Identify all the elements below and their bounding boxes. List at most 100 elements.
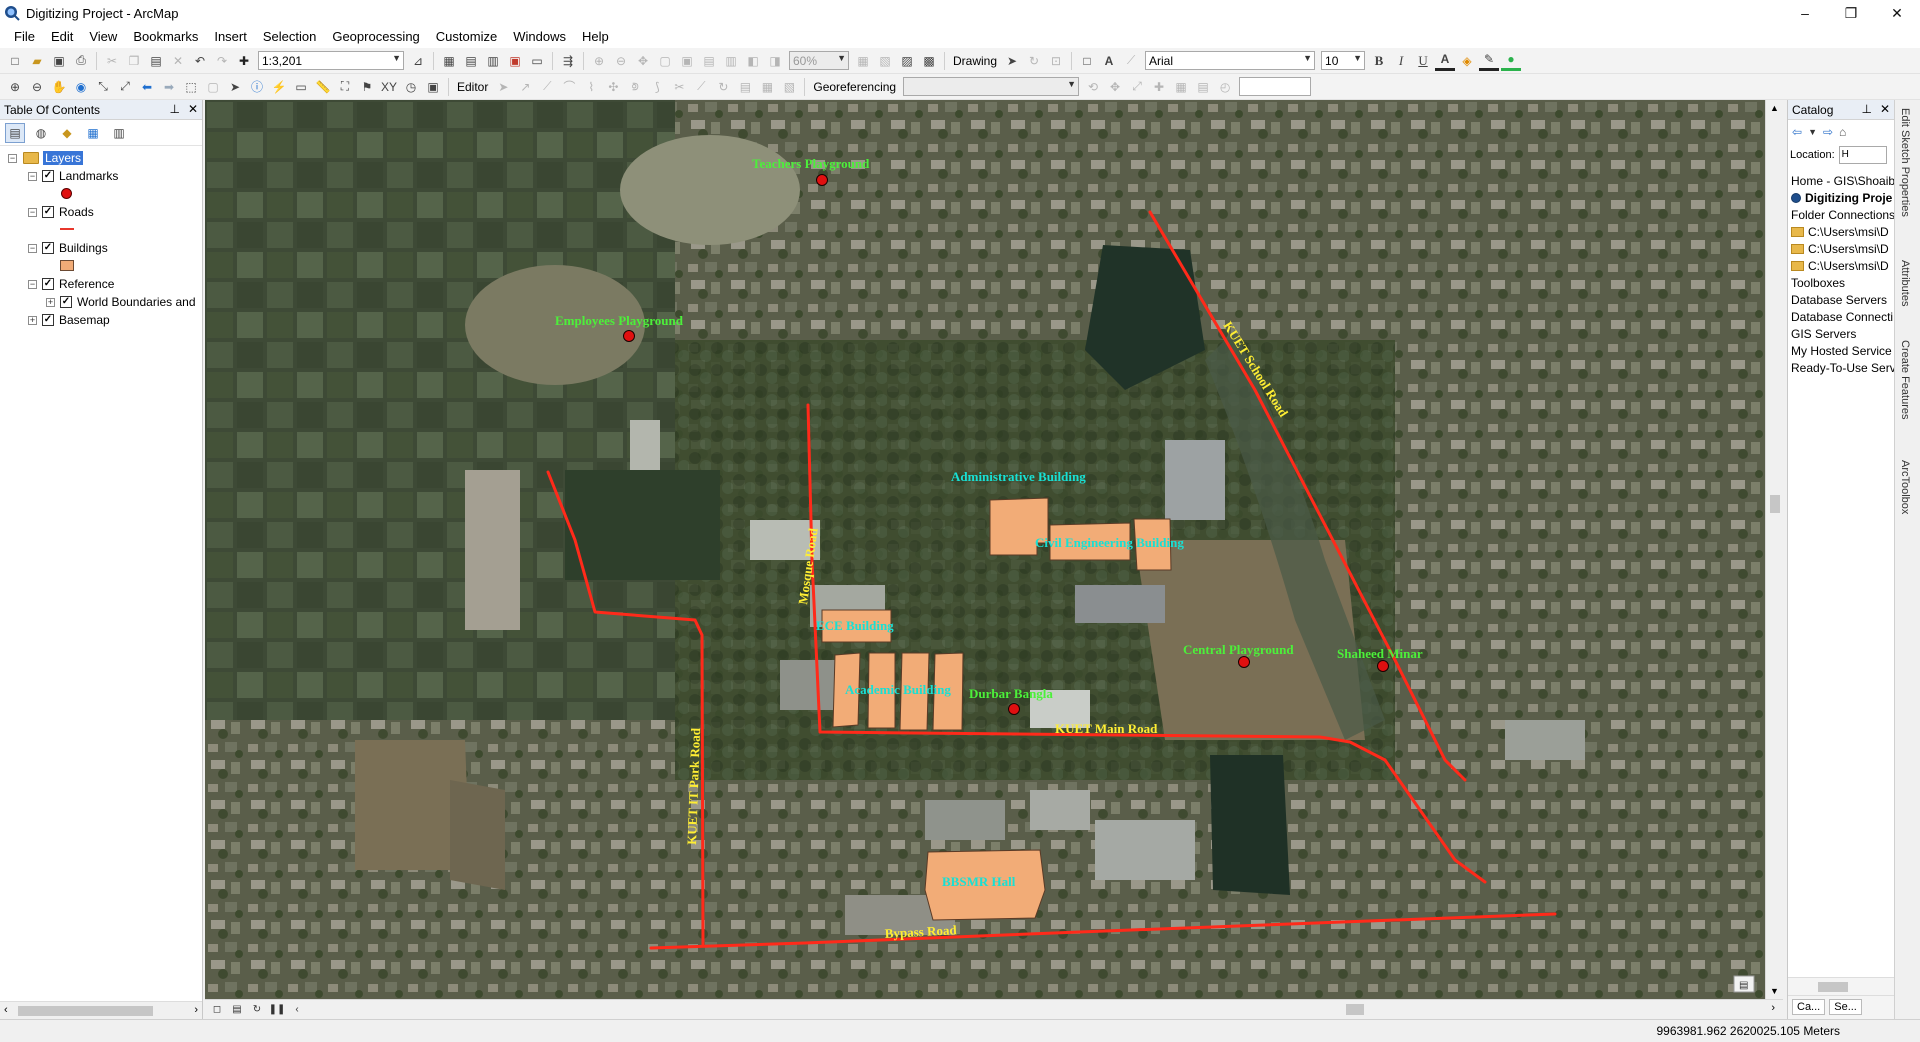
layer-name[interactable]: World Boundaries and	[77, 295, 196, 309]
add-control-points-icon[interactable]: ✚	[1149, 77, 1169, 97]
layer-name[interactable]: Reference	[59, 277, 114, 291]
straight-segment-icon[interactable]: ⟋	[537, 77, 557, 97]
menu-help[interactable]: Help	[574, 26, 617, 48]
fill-color-icon[interactable]: ◈	[1457, 51, 1477, 71]
map-vertical-scrollbar[interactable]: ▲ ▼	[1765, 100, 1783, 999]
pan-icon[interactable]: ✋	[49, 77, 69, 97]
catalog-item-database-servers[interactable]: Database Servers	[1788, 291, 1894, 308]
change-layout-icon[interactable]: ▨	[897, 51, 917, 71]
undo-icon[interactable]: ↶	[190, 51, 210, 71]
menu-geoprocessing[interactable]: Geoprocessing	[324, 26, 427, 48]
zoom-in-icon[interactable]: ⊕	[5, 77, 25, 97]
maximize-button[interactable]: ❐	[1828, 0, 1874, 26]
pin-icon[interactable]: ⊥	[169, 102, 179, 116]
layout-zoom-in-icon[interactable]: ⊕	[589, 51, 609, 71]
landmark-point[interactable]	[1008, 703, 1020, 715]
clear-selection-icon[interactable]: ▢	[203, 77, 223, 97]
fixed-zoom-out-icon[interactable]: ⤢	[115, 77, 135, 97]
scroll-right-icon[interactable]: ›	[194, 1004, 198, 1016]
edit-tool-icon[interactable]: ➤	[493, 77, 513, 97]
editor-menu[interactable]: Editor	[453, 80, 492, 94]
paste-icon[interactable]: ▤	[146, 51, 166, 71]
layer-buildings[interactable]: − ✓ Buildings	[28, 240, 108, 256]
layer-reference[interactable]: − ✓ Reference	[28, 276, 114, 292]
menu-bookmarks[interactable]: Bookmarks	[125, 26, 206, 48]
close-icon[interactable]: ✕	[1880, 102, 1890, 116]
catalog-horizontal-scrollbar[interactable]	[1788, 978, 1894, 996]
create-features-tab[interactable]: Create Features	[1899, 340, 1911, 419]
layer-visibility-checkbox[interactable]: ✓	[42, 170, 54, 182]
layer-landmarks[interactable]: − ✓ Landmarks	[28, 168, 118, 184]
menu-edit[interactable]: Edit	[43, 26, 81, 48]
zoom-100-icon[interactable]: ▣	[677, 51, 697, 71]
scroll-down-icon[interactable]: ▼	[1770, 986, 1779, 996]
catalog-item-toolboxes[interactable]: Toolboxes	[1788, 274, 1894, 291]
catalog-item-folder[interactable]: C:\Users\msi\D	[1788, 257, 1894, 274]
open-folder-icon[interactable]: ▰	[27, 51, 47, 71]
catalog-tab[interactable]: Ca...	[1792, 999, 1826, 1015]
scroll-thumb[interactable]	[18, 1006, 153, 1016]
layer-visibility-checkbox[interactable]: ✓	[42, 206, 54, 218]
menu-selection[interactable]: Selection	[255, 26, 324, 48]
chevron-down-icon[interactable]: ▼	[1808, 127, 1817, 137]
go-to-xy-icon[interactable]: XY	[379, 77, 399, 97]
catalog-item-home[interactable]: Home - GIS\Shoaib	[1788, 172, 1894, 189]
layer-visibility-checkbox[interactable]: ✓	[42, 278, 54, 290]
menu-file[interactable]: File	[6, 26, 43, 48]
line-color-icon[interactable]: ✎	[1479, 51, 1500, 71]
add-data-icon[interactable]: ✚	[234, 51, 254, 71]
python-window-icon[interactable]: ▭	[527, 51, 547, 71]
find-icon[interactable]: ⛶	[335, 77, 355, 97]
font-size-combo[interactable]: 10 ▼	[1321, 51, 1366, 70]
go-back-extent-icon[interactable]: ◧	[743, 51, 763, 71]
new-text-icon[interactable]: A	[1099, 51, 1119, 71]
underline-button[interactable]: U	[1413, 51, 1433, 71]
catalog-item-gis-servers[interactable]: GIS Servers	[1788, 325, 1894, 342]
layout-zoom-out-icon[interactable]: ⊖	[611, 51, 631, 71]
landmark-point[interactable]	[623, 330, 635, 342]
arctoolbox-icon[interactable]: ▣	[505, 51, 525, 71]
fixed-zoom-in-icon[interactable]: ▤	[699, 51, 719, 71]
delete-icon[interactable]: ✕	[168, 51, 188, 71]
rotate-icon[interactable]: ↻	[713, 77, 733, 97]
scroll-left-icon[interactable]: ‹	[289, 1003, 305, 1017]
georef-input-box[interactable]	[1239, 77, 1312, 96]
layer-name[interactable]: Basemap	[59, 313, 110, 327]
shift-icon[interactable]: ✥	[1105, 77, 1125, 97]
list-by-selection-icon[interactable]: ▦	[83, 123, 103, 143]
expand-icon[interactable]: +	[28, 315, 37, 325]
search-tab[interactable]: Se...	[1829, 999, 1862, 1015]
scale-icon[interactable]: ⤢	[1127, 77, 1147, 97]
data-view-icon[interactable]: ◻	[209, 1003, 225, 1017]
viewer-icon[interactable]: ◴	[1215, 77, 1235, 97]
layer-name[interactable]: Landmarks	[59, 169, 118, 183]
print-icon[interactable]: ⎙	[71, 51, 91, 71]
point-icon[interactable]: ✣	[603, 77, 623, 97]
end-point-arc-icon[interactable]: ⌒	[559, 77, 579, 97]
identify-icon[interactable]: ⓘ	[247, 77, 267, 97]
catalog-item-database-connections[interactable]: Database Connecti	[1788, 308, 1894, 325]
trace-icon[interactable]: ⌇	[581, 77, 601, 97]
point-symbol-icon[interactable]	[61, 188, 72, 199]
refresh-icon[interactable]: ↻	[249, 1003, 265, 1017]
landmark-point[interactable]	[816, 174, 828, 186]
map-canvas[interactable]: Teachers Playground Employees Playground…	[205, 100, 1765, 999]
map-scale-combo[interactable]: 1:3,201 ▼	[258, 51, 404, 70]
menu-insert[interactable]: Insert	[206, 26, 255, 48]
catalog-item-folder[interactable]: C:\Users\msi\D	[1788, 240, 1894, 257]
cut-polygons-icon[interactable]: ✂	[669, 77, 689, 97]
scroll-thumb[interactable]	[1818, 982, 1848, 992]
fixed-zoom-out-icon[interactable]: ▥	[721, 51, 741, 71]
list-by-source-icon[interactable]: ◍	[31, 123, 51, 143]
collapse-icon[interactable]: −	[28, 243, 37, 253]
zoom-to-elements-icon[interactable]: ⊡	[1046, 51, 1066, 71]
landmark-point[interactable]	[1238, 656, 1250, 668]
toggle-draft-mode-icon[interactable]: ▦	[853, 51, 873, 71]
create-features-icon[interactable]: ▧	[779, 77, 799, 97]
line-symbol-icon[interactable]	[60, 228, 74, 230]
view-link-table-icon[interactable]: ▦	[1171, 77, 1191, 97]
scroll-thumb[interactable]	[1770, 495, 1780, 513]
forward-arrow-icon[interactable]: ⇨	[1823, 125, 1833, 139]
close-button[interactable]: ✕	[1874, 0, 1920, 26]
layers-root-label[interactable]: Layers	[43, 151, 84, 165]
